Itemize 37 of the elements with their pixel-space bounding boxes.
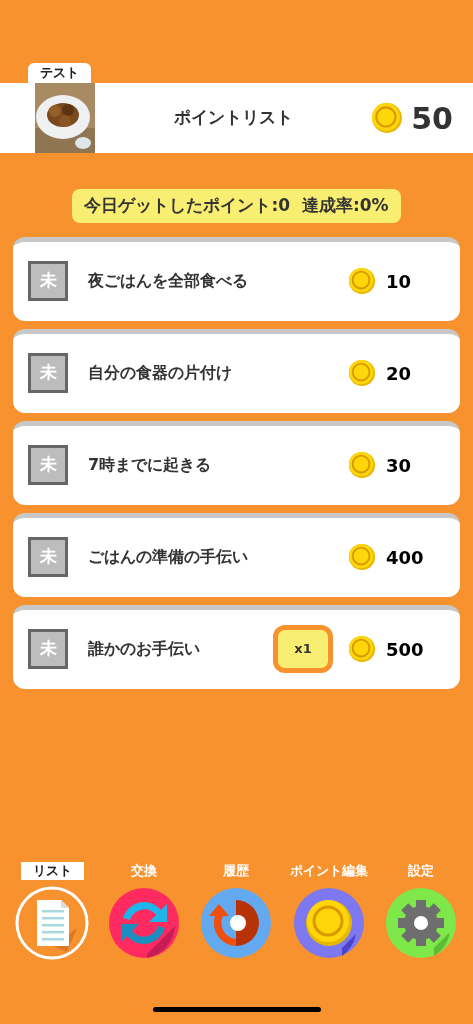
task-points: 400 — [386, 545, 425, 570]
coin-icon — [371, 102, 404, 134]
task-points: 30 — [386, 453, 413, 478]
task-card[interactable]: 未 夜ごはんを全部食べる 10 — [13, 236, 460, 321]
task-points: 500 — [386, 637, 425, 662]
coin-icon — [348, 267, 376, 295]
history-icon[interactable] — [199, 886, 274, 960]
profile-tab[interactable]: テスト — [28, 63, 91, 83]
points-total: 50 — [411, 99, 453, 138]
task-name: 夜ごはんを全部食べる — [88, 270, 249, 292]
settings-icon[interactable] — [383, 886, 458, 960]
coin-icon — [348, 451, 376, 479]
page-title: ポイントリスト — [172, 106, 294, 130]
task-name: 自分の食器の片付け — [88, 362, 233, 384]
refresh-icon[interactable] — [107, 886, 182, 960]
document-icon[interactable] — [15, 886, 90, 960]
task-name: 誰かのお手伝い — [88, 638, 201, 660]
coin-icon — [348, 543, 376, 571]
nav-tab[interactable]: リスト — [20, 862, 84, 880]
task-card[interactable]: 未 7時までに起きる 30 — [13, 420, 460, 505]
status-badge: 未 — [28, 629, 68, 669]
status-badge: 未 — [28, 353, 68, 393]
task-name: ごはんの準備の手伝い — [88, 546, 249, 568]
status-badge: 未 — [28, 445, 68, 485]
task-card[interactable]: 未 ごはんの準備の手伝い 400 — [13, 512, 460, 597]
multiplier-badge: x1 — [273, 625, 333, 673]
status-badge: 未 — [28, 537, 68, 577]
task-name: 7時までに起きる — [88, 454, 213, 476]
coin-icon — [348, 635, 376, 663]
coin-icon[interactable] — [291, 886, 366, 960]
task-card[interactable]: 未 自分の食器の片付け 20 — [13, 328, 460, 413]
task-points: 20 — [386, 361, 413, 386]
task-points: 10 — [386, 269, 413, 294]
task-card[interactable]: 未 誰かのお手伝い x1 500 — [13, 604, 460, 689]
status-badge: 未 — [28, 261, 68, 301]
summary-banner: 今日ゲットしたポイント:0 達成率:0% — [72, 189, 401, 223]
coin-icon — [348, 359, 376, 387]
